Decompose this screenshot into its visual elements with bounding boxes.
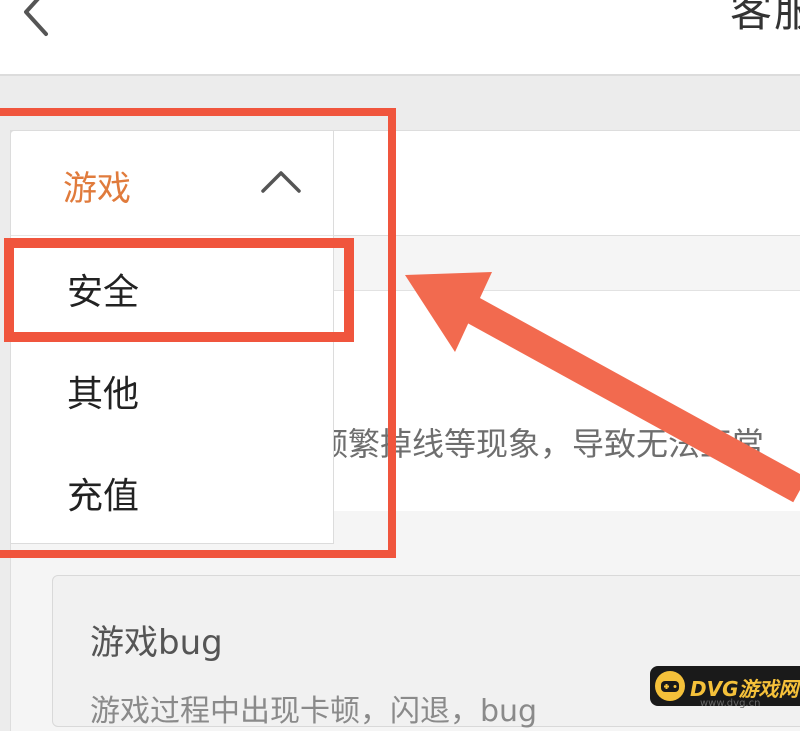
description-box: 频繁掉线等现象，导致无法正常 bbox=[330, 290, 800, 511]
description-text: 频繁掉线等现象，导致无法正常 bbox=[330, 425, 765, 463]
option-label: 安全 bbox=[67, 272, 140, 313]
category-dropdown: 游戏 安全 其他 充值 bbox=[10, 130, 334, 544]
option-label: 其他 bbox=[67, 374, 140, 415]
bug-card-description: 游戏过程中出现卡顿，闪退，bug bbox=[90, 694, 538, 729]
dropdown-toggle[interactable]: 游戏 bbox=[11, 131, 333, 236]
gamepad-icon bbox=[655, 671, 685, 701]
page-title: 客服 bbox=[730, 0, 800, 36]
back-button[interactable] bbox=[12, 0, 60, 40]
app-header: 客服 bbox=[0, 0, 800, 76]
watermark-url: www.dvg.cn bbox=[700, 698, 761, 709]
dropdown-option-other[interactable]: 其他 bbox=[11, 337, 333, 437]
option-label: 充值 bbox=[67, 476, 140, 517]
dropdown-selected-value: 游戏 bbox=[63, 169, 131, 209]
category-bar bbox=[332, 130, 800, 236]
chevron-left-icon bbox=[24, 0, 48, 36]
dropdown-option-security[interactable]: 安全 bbox=[11, 235, 333, 335]
chevron-up-icon bbox=[261, 171, 301, 193]
bug-card-title: 游戏bug bbox=[90, 623, 223, 663]
dropdown-option-recharge[interactable]: 充值 bbox=[11, 439, 333, 539]
